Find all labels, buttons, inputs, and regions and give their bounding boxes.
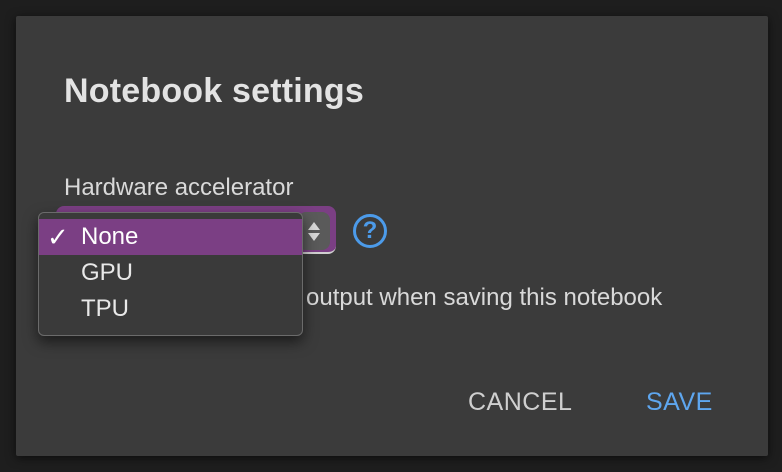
cancel-button[interactable]: CANCEL	[468, 388, 572, 417]
stepper-up-icon	[308, 221, 320, 230]
menu-item-label: GPU	[81, 259, 134, 286]
menu-item-tpu[interactable]: TPU	[39, 291, 302, 327]
menu-item-label: None	[81, 223, 139, 250]
stepper-down-icon	[308, 232, 320, 241]
menu-item-label: TPU	[81, 295, 129, 322]
omit-output-label: output when saving this notebook	[306, 284, 663, 311]
dialog-title: Notebook settings	[64, 72, 364, 110]
checkmark-icon: ✓	[47, 222, 69, 252]
menu-item-gpu[interactable]: GPU	[39, 255, 302, 291]
save-button[interactable]: SAVE	[646, 388, 713, 417]
menu-item-none[interactable]: ✓ None	[39, 219, 302, 255]
help-circle-icon[interactable]: ?	[353, 214, 387, 248]
accelerator-dropdown-menu: ✓ None GPU TPU	[38, 212, 303, 336]
hardware-accelerator-label: Hardware accelerator	[64, 174, 294, 201]
